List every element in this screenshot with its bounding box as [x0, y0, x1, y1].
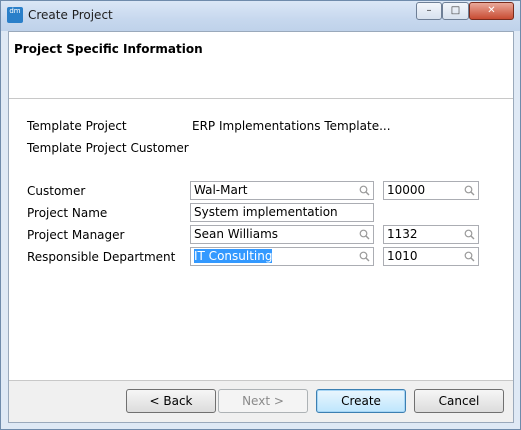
- title-bar[interactable]: dm Create Project – □ ✕: [1, 1, 520, 31]
- project-manager-id-value: 1132: [387, 227, 418, 241]
- wizard-footer: < Back Next > Create Cancel: [9, 381, 513, 422]
- department-id-value: 1010: [387, 249, 418, 263]
- search-icon[interactable]: [464, 251, 475, 262]
- project-manager-label: Project Manager: [27, 228, 125, 242]
- template-project-value: ERP Implementations Template...: [192, 119, 391, 133]
- search-icon[interactable]: [359, 251, 370, 262]
- create-button[interactable]: Create: [316, 389, 406, 413]
- search-icon[interactable]: [464, 185, 475, 196]
- page-title: Project Specific Information: [14, 42, 203, 56]
- app-icon: dm: [7, 7, 23, 23]
- search-icon[interactable]: [464, 229, 475, 240]
- department-label: Responsible Department: [27, 250, 176, 264]
- customer-label: Customer: [27, 184, 86, 198]
- project-name-label: Project Name: [27, 206, 108, 220]
- cancel-button[interactable]: Cancel: [414, 389, 504, 413]
- project-manager-id-field[interactable]: 1132: [383, 225, 479, 244]
- search-icon[interactable]: [359, 185, 370, 196]
- maximize-button[interactable]: □: [442, 2, 469, 20]
- dialog-client-area: Project Specific Information Template Pr…: [8, 31, 514, 423]
- project-manager-name-field[interactable]: Sean Williams: [190, 225, 374, 244]
- minimize-button[interactable]: –: [416, 2, 442, 20]
- search-icon[interactable]: [359, 229, 370, 240]
- department-id-field[interactable]: 1010: [383, 247, 479, 266]
- project-manager-name-value: Sean Williams: [194, 227, 279, 241]
- create-project-window: dm Create Project – □ ✕ Project Specific…: [0, 0, 521, 430]
- close-button[interactable]: ✕: [469, 2, 514, 20]
- wizard-header: Project Specific Information: [9, 32, 513, 99]
- project-name-value: System implementation: [194, 205, 338, 219]
- next-button[interactable]: Next >: [218, 389, 308, 413]
- customer-id-value: 10000: [387, 183, 426, 197]
- wizard-body: Template Project ERP Implementations Tem…: [9, 99, 513, 381]
- back-button[interactable]: < Back: [126, 389, 216, 413]
- customer-id-field[interactable]: 10000: [383, 181, 479, 200]
- window-title: Create Project: [28, 8, 113, 22]
- project-name-field[interactable]: System implementation: [190, 203, 374, 222]
- template-customer-label: Template Project Customer: [27, 141, 189, 155]
- department-name-value: IT Consulting: [194, 249, 273, 263]
- template-project-label: Template Project: [27, 119, 127, 133]
- customer-name-field[interactable]: Wal-Mart: [190, 181, 374, 200]
- department-name-field[interactable]: IT Consulting: [190, 247, 374, 266]
- customer-name-value: Wal-Mart: [194, 183, 248, 197]
